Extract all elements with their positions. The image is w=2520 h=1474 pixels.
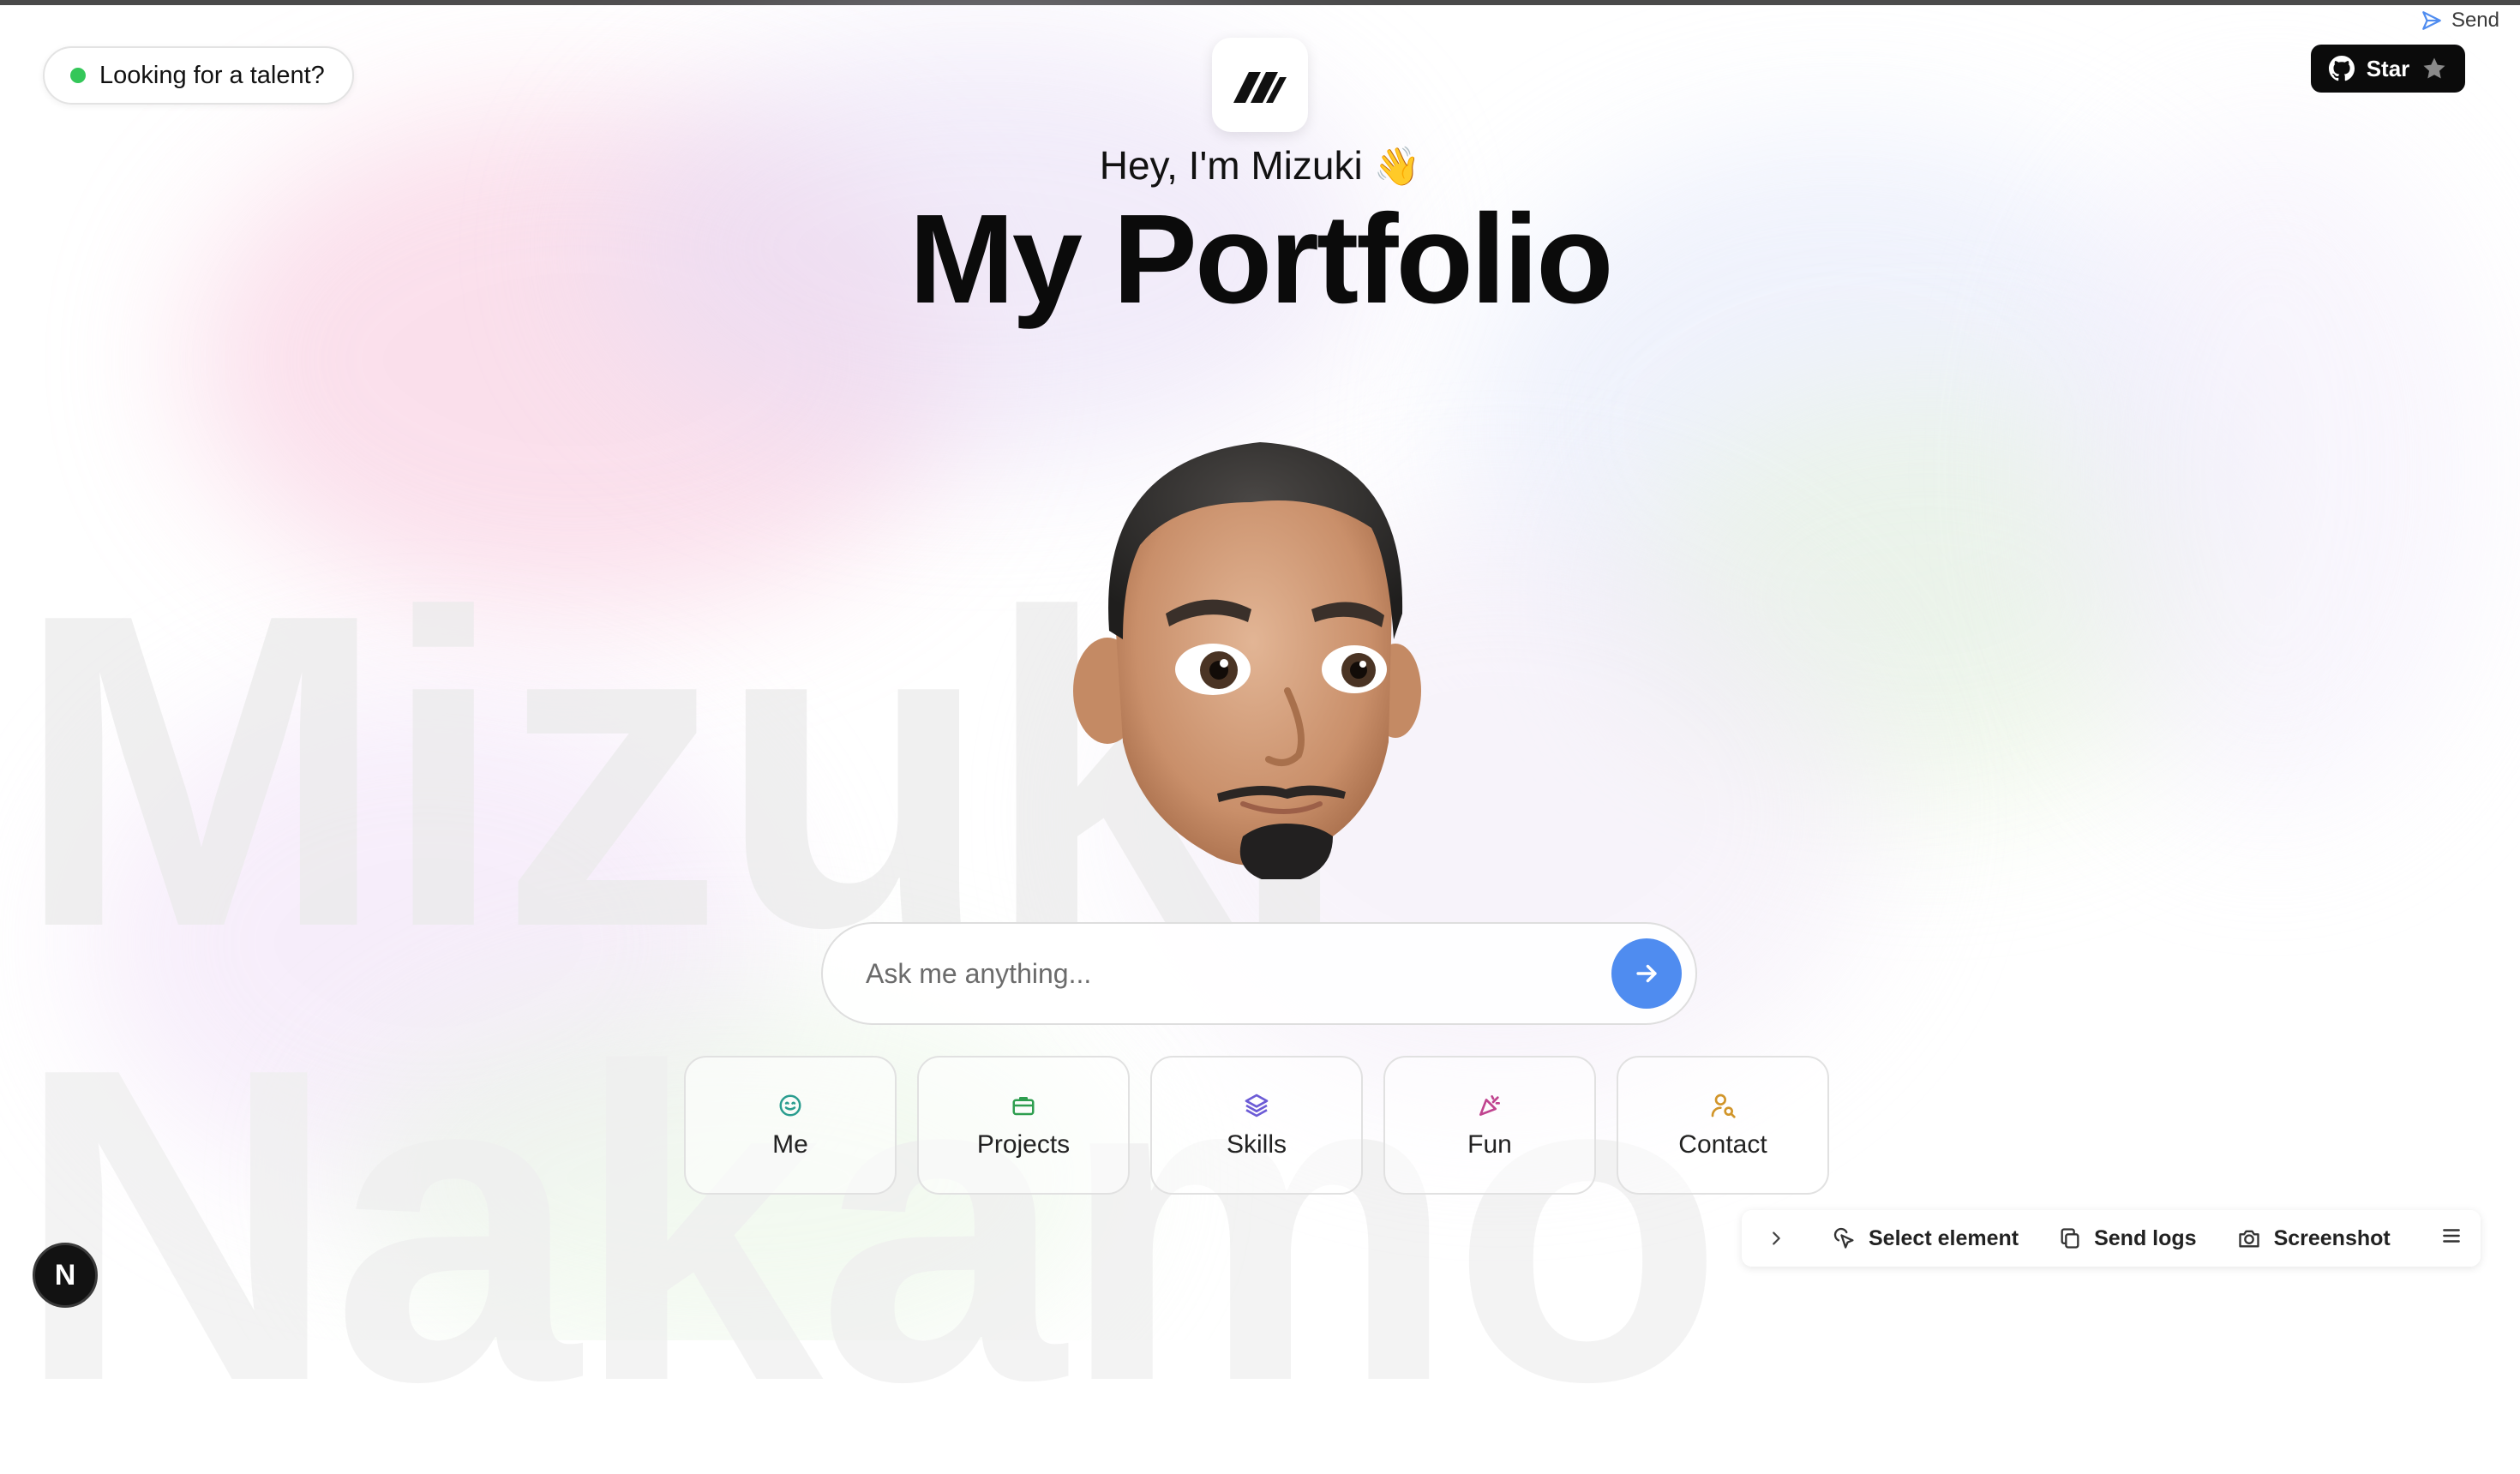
- greeting-text: Hey, I'm Mizuki: [1099, 143, 1363, 188]
- screenshot-button[interactable]: Screenshot: [2236, 1226, 2391, 1251]
- brand-logo-icon: [1233, 72, 1287, 103]
- quick-action-label: Skills: [1226, 1130, 1287, 1159]
- star-icon: [2423, 57, 2445, 79]
- nextjs-dev-badge[interactable]: N: [33, 1243, 98, 1308]
- smiley-icon: [776, 1091, 805, 1120]
- copy-logs-icon: [2061, 1228, 2079, 1249]
- select-element-button[interactable]: Select element: [1833, 1226, 2019, 1251]
- chat-input-bar[interactable]: [821, 922, 1697, 1025]
- github-star-button[interactable]: Star: [2311, 45, 2465, 93]
- quick-action-skills[interactable]: Skills: [1150, 1056, 1363, 1195]
- send-logs-label: Send logs: [2094, 1225, 2197, 1250]
- quick-action-label: Contact: [1678, 1130, 1767, 1159]
- chevron-right-icon[interactable]: [1759, 1227, 1793, 1249]
- memoji-avatar: [1073, 442, 1421, 879]
- quick-actions: Me Projects Skills Fun Contact: [684, 1056, 1829, 1195]
- brand-logo[interactable]: [1212, 38, 1308, 132]
- quick-action-label: Projects: [976, 1130, 1071, 1159]
- send-logs-button[interactable]: Send logs: [2058, 1225, 2197, 1251]
- wave-emoji-icon: 👋: [1373, 146, 1421, 188]
- camera-icon: [2238, 1230, 2259, 1248]
- page-title: My Portfolio: [909, 189, 1613, 330]
- send-tab-label: Send: [2451, 9, 2499, 32]
- hamburger-menu-icon[interactable]: [2439, 1225, 2463, 1253]
- pointer-select-icon: [1833, 1227, 1854, 1249]
- select-element-label: Select element: [1869, 1225, 2019, 1250]
- status-dot-icon: [70, 68, 86, 83]
- chat-input[interactable]: [864, 956, 1611, 991]
- quick-action-label: Me: [772, 1130, 808, 1159]
- user-search-icon: [1708, 1091, 1737, 1120]
- github-star-label: Star: [2366, 55, 2410, 81]
- send-tab[interactable]: Send: [2421, 9, 2499, 33]
- quick-action-label: Fun: [1467, 1130, 1512, 1159]
- layers-icon: [1242, 1091, 1271, 1120]
- talent-status-pill[interactable]: Looking for a talent?: [43, 46, 354, 105]
- quick-action-projects[interactable]: Projects: [917, 1056, 1130, 1195]
- arrow-right-icon: [1636, 964, 1657, 983]
- quick-action-contact[interactable]: Contact: [1617, 1056, 1829, 1195]
- briefcase-icon: [1009, 1091, 1038, 1120]
- status-pill-label: Looking for a talent?: [99, 61, 325, 89]
- chat-send-button[interactable]: [1611, 938, 1682, 1009]
- dev-toolbar: Select element Send logs Screenshot: [1742, 1210, 2481, 1267]
- quick-action-me[interactable]: Me: [684, 1056, 897, 1195]
- github-icon: [2328, 56, 2355, 81]
- quick-action-fun[interactable]: Fun: [1383, 1056, 1596, 1195]
- screenshot-label: Screenshot: [2273, 1225, 2391, 1250]
- party-popper-icon: [1475, 1091, 1504, 1120]
- send-icon: [2422, 11, 2441, 30]
- hero-greeting: Hey, I'm Mizuki 👋: [0, 142, 2520, 189]
